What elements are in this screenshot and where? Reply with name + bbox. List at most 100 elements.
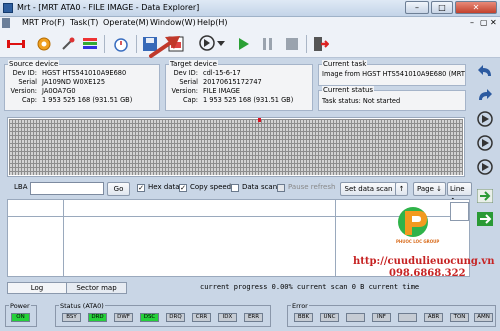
phuoc-loc-logo: PHUOC LOC GROUP — [396, 205, 439, 247]
menu-help[interactable]: Help(H) — [197, 18, 228, 27]
toolbar-separator — [104, 35, 105, 53]
page-button[interactable]: Page ↓ — [413, 182, 446, 196]
target-disk-icon[interactable] — [474, 108, 496, 130]
current-status-panel: Current status Task status: Not started — [318, 86, 466, 111]
data-scan-checkbox[interactable] — [231, 184, 239, 192]
lba-label: LBA — [14, 183, 28, 191]
dropdown-arrow-icon[interactable] — [216, 33, 226, 55]
up-arrow-button[interactable]: ↑ — [395, 182, 408, 196]
pause-refresh-label: Pause refresh — [288, 183, 336, 191]
mdi-minimize-button[interactable]: – — [470, 18, 474, 27]
play-button[interactable] — [233, 33, 255, 55]
current-status-legend: Current status — [322, 86, 375, 95]
stop-button[interactable] — [281, 33, 303, 55]
drq-indicator: DRQ — [166, 313, 185, 322]
menu-mrt-pro[interactable]: MRT Pro(F) — [22, 18, 65, 27]
target-disk-icon-3[interactable] — [474, 156, 496, 178]
target-serial-label: Serial — [179, 78, 198, 86]
source-serial-value: JA109ND W0XE125 — [42, 78, 106, 86]
hex-data-checkbox[interactable]: ✓ — [137, 184, 145, 192]
maximize-button[interactable]: □ — [431, 1, 453, 14]
error-group-label: Error — [291, 302, 309, 310]
current-task-text: Image from HGST HTS541010A9E680 (MRT A — [322, 70, 465, 78]
current-task-legend: Current task — [322, 60, 368, 69]
annotation-arrow-icon — [149, 36, 180, 58]
target-disk-icon-2[interactable] — [474, 132, 496, 154]
sector-cells[interactable] — [9, 119, 463, 175]
down-arrow-icon: ↓ — [436, 185, 443, 193]
bbk-indicator: BBK — [294, 313, 313, 322]
source-device-panel: Source device Dev ID: HGST HTS541010A9E68… — [4, 60, 160, 111]
source-devid-value: HGST HTS541010A9E680 — [42, 69, 127, 77]
connect-icon[interactable] — [5, 33, 27, 55]
target-serial-value: 20170615172747 — [203, 78, 262, 86]
exit-icon[interactable] — [310, 33, 332, 55]
green-right-arrow-icon[interactable] — [474, 185, 496, 207]
toolbar-separator — [136, 35, 137, 53]
source-cap-label: Cap: — [21, 96, 37, 104]
idx-indicator: IDX — [218, 313, 237, 322]
line-button[interactable]: Line ↑ — [447, 182, 472, 205]
close-button[interactable]: ✕ — [455, 1, 497, 14]
pane-column-divider — [335, 200, 336, 276]
blank-indicator-2 — [398, 313, 417, 322]
menu-task[interactable]: Task(T) — [70, 18, 98, 27]
crr-indicator: CRR — [192, 313, 211, 322]
target-device-panel: Target device Dev ID: cdl-15-6-17 Serial 2… — [165, 60, 313, 111]
err-indicator: ERR — [244, 313, 263, 322]
pause-button[interactable] — [257, 33, 279, 55]
abr-indicator: ABR — [424, 313, 443, 322]
target-version-value: FILE IMAGE — [203, 87, 240, 95]
stopwatch-icon[interactable] — [110, 33, 132, 55]
minimize-button[interactable]: – — [405, 1, 429, 14]
tab-sector-map[interactable]: Sector map — [66, 282, 127, 294]
title-bar: Mrt - [MRT ATA0 - FILE IMAGE - Data Expl… — [0, 0, 500, 17]
copy-speed-checkbox[interactable]: ✓ — [179, 184, 187, 192]
source-devid-label: Dev ID: — [12, 69, 37, 77]
dsc-indicator: DSC — [140, 313, 159, 322]
mini-panel — [450, 202, 469, 221]
dwf-indicator: DWF — [114, 313, 133, 322]
redo-arrow-icon[interactable] — [474, 84, 496, 106]
sector-cursor-marker — [258, 118, 261, 122]
target-devid-value: cdl-15-6-17 — [203, 69, 241, 77]
lba-input[interactable] — [30, 182, 104, 195]
tools-icon[interactable] — [57, 33, 79, 55]
drd-indicator: DRD — [88, 313, 107, 322]
target-device-legend: Target device — [169, 60, 218, 69]
tab-log[interactable]: Log — [7, 282, 67, 294]
copy-speed-label: Copy speed — [190, 183, 232, 191]
undo-arrow-icon[interactable] — [474, 60, 496, 82]
source-version-value: JA0OA7G0 — [42, 87, 76, 95]
ton-indicator: TON — [450, 313, 469, 322]
green-exit-arrow-icon[interactable] — [474, 208, 496, 230]
error-group: Error BBK UNC INF ABR TON AMN — [287, 302, 496, 327]
set-data-scan-button[interactable]: Set data scan — [340, 182, 397, 196]
target-cap-label: Cap: — [182, 96, 198, 104]
power-group-label: Power — [9, 302, 31, 310]
pane-column-divider — [63, 200, 64, 276]
hex-data-label: Hex data — [148, 183, 180, 191]
watermark-phone: 098.6868.322 — [389, 268, 466, 279]
mdi-close-button[interactable]: ✕ — [490, 18, 497, 27]
source-device-legend: Source device — [8, 60, 60, 69]
data-scan-label: Data scan — [242, 183, 278, 191]
pause-refresh-checkbox[interactable] — [277, 184, 285, 192]
line-button-label: Line — [450, 185, 465, 193]
task-run-icon[interactable] — [196, 33, 218, 55]
sector-map-grid[interactable] — [7, 117, 465, 177]
mdi-restore-button[interactable]: ▢ — [480, 18, 488, 27]
blank-indicator — [346, 313, 365, 322]
mdi-icon — [2, 18, 10, 28]
watermark-url: http://cuudulieuocung.vn — [353, 256, 495, 267]
menu-window[interactable]: Window(W) — [150, 18, 196, 27]
page-button-label: Page — [416, 185, 434, 193]
settings-gear-icon[interactable] — [33, 33, 55, 55]
menu-operate[interactable]: Operate(M) — [103, 18, 149, 27]
amn-indicator: AMN — [474, 313, 493, 322]
inf-indicator: INF — [372, 313, 391, 322]
color-bars-icon[interactable] — [79, 33, 101, 55]
window-title: Mrt - [MRT ATA0 - FILE IMAGE - Data Expl… — [17, 3, 200, 12]
go-button[interactable]: Go — [107, 182, 130, 196]
power-group: Power ON — [5, 302, 37, 327]
